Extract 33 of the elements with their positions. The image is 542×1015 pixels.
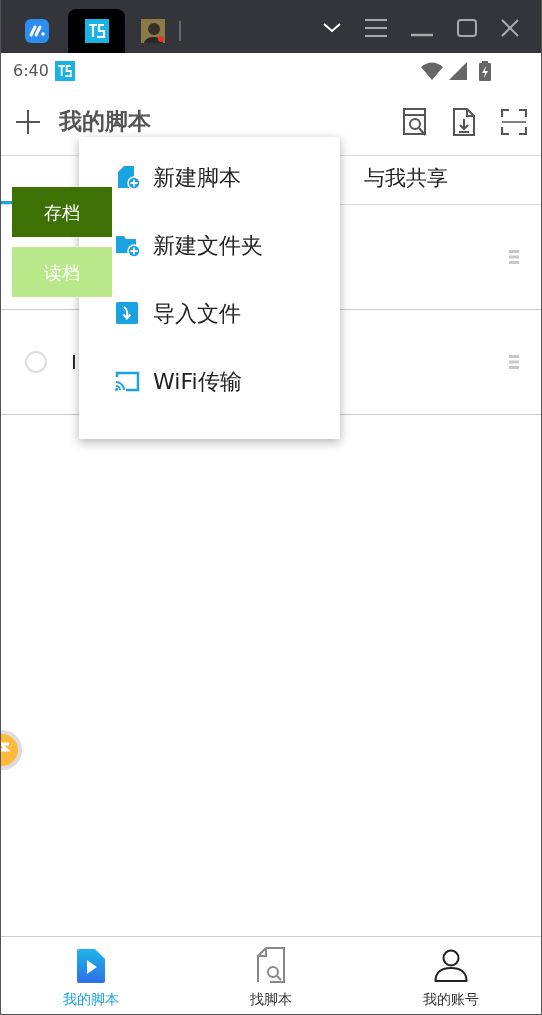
radio-button[interactable] (25, 351, 47, 373)
nav-tab[interactable]: 我的账号 (361, 937, 541, 1014)
scan-icon[interactable] (501, 108, 527, 135)
drag-handle-icon[interactable] (509, 250, 519, 264)
script-title: I (71, 350, 77, 374)
maximize-icon[interactable] (457, 19, 477, 37)
close-icon[interactable] (501, 19, 519, 37)
file-download-icon[interactable] (453, 107, 475, 136)
menu-item[interactable]: 导入文件 (113, 279, 330, 347)
file-search-icon (256, 947, 286, 983)
menu-item[interactable]: 新建文件夹 (113, 211, 330, 279)
app-logo-icon[interactable] (25, 19, 49, 43)
app-logo-icon (84, 19, 109, 43)
signal-icon (449, 61, 467, 80)
wifi-icon (421, 61, 443, 80)
status-time: 6:40 (13, 59, 49, 82)
drag-handle-icon[interactable] (509, 355, 519, 369)
chevron-down-icon[interactable] (323, 23, 341, 33)
battery-icon (479, 60, 491, 81)
page-title: 我的脚本 (59, 107, 151, 137)
menu-icon[interactable] (365, 19, 387, 37)
menu-item[interactable]: WiFi传输 (113, 347, 330, 415)
game-thumbnail-icon[interactable] (141, 19, 165, 43)
import-icon (115, 301, 139, 325)
play-file-icon (77, 949, 105, 983)
window-tab[interactable] (68, 9, 125, 53)
cast-icon (114, 370, 140, 392)
floating-button[interactable]: 存档 (12, 187, 112, 237)
app-logo-icon (54, 60, 75, 81)
nav-tab[interactable]: 找脚本 (181, 937, 361, 1014)
add-icon[interactable] (15, 108, 41, 135)
document-search-icon[interactable] (403, 107, 427, 136)
user-icon (434, 949, 468, 983)
